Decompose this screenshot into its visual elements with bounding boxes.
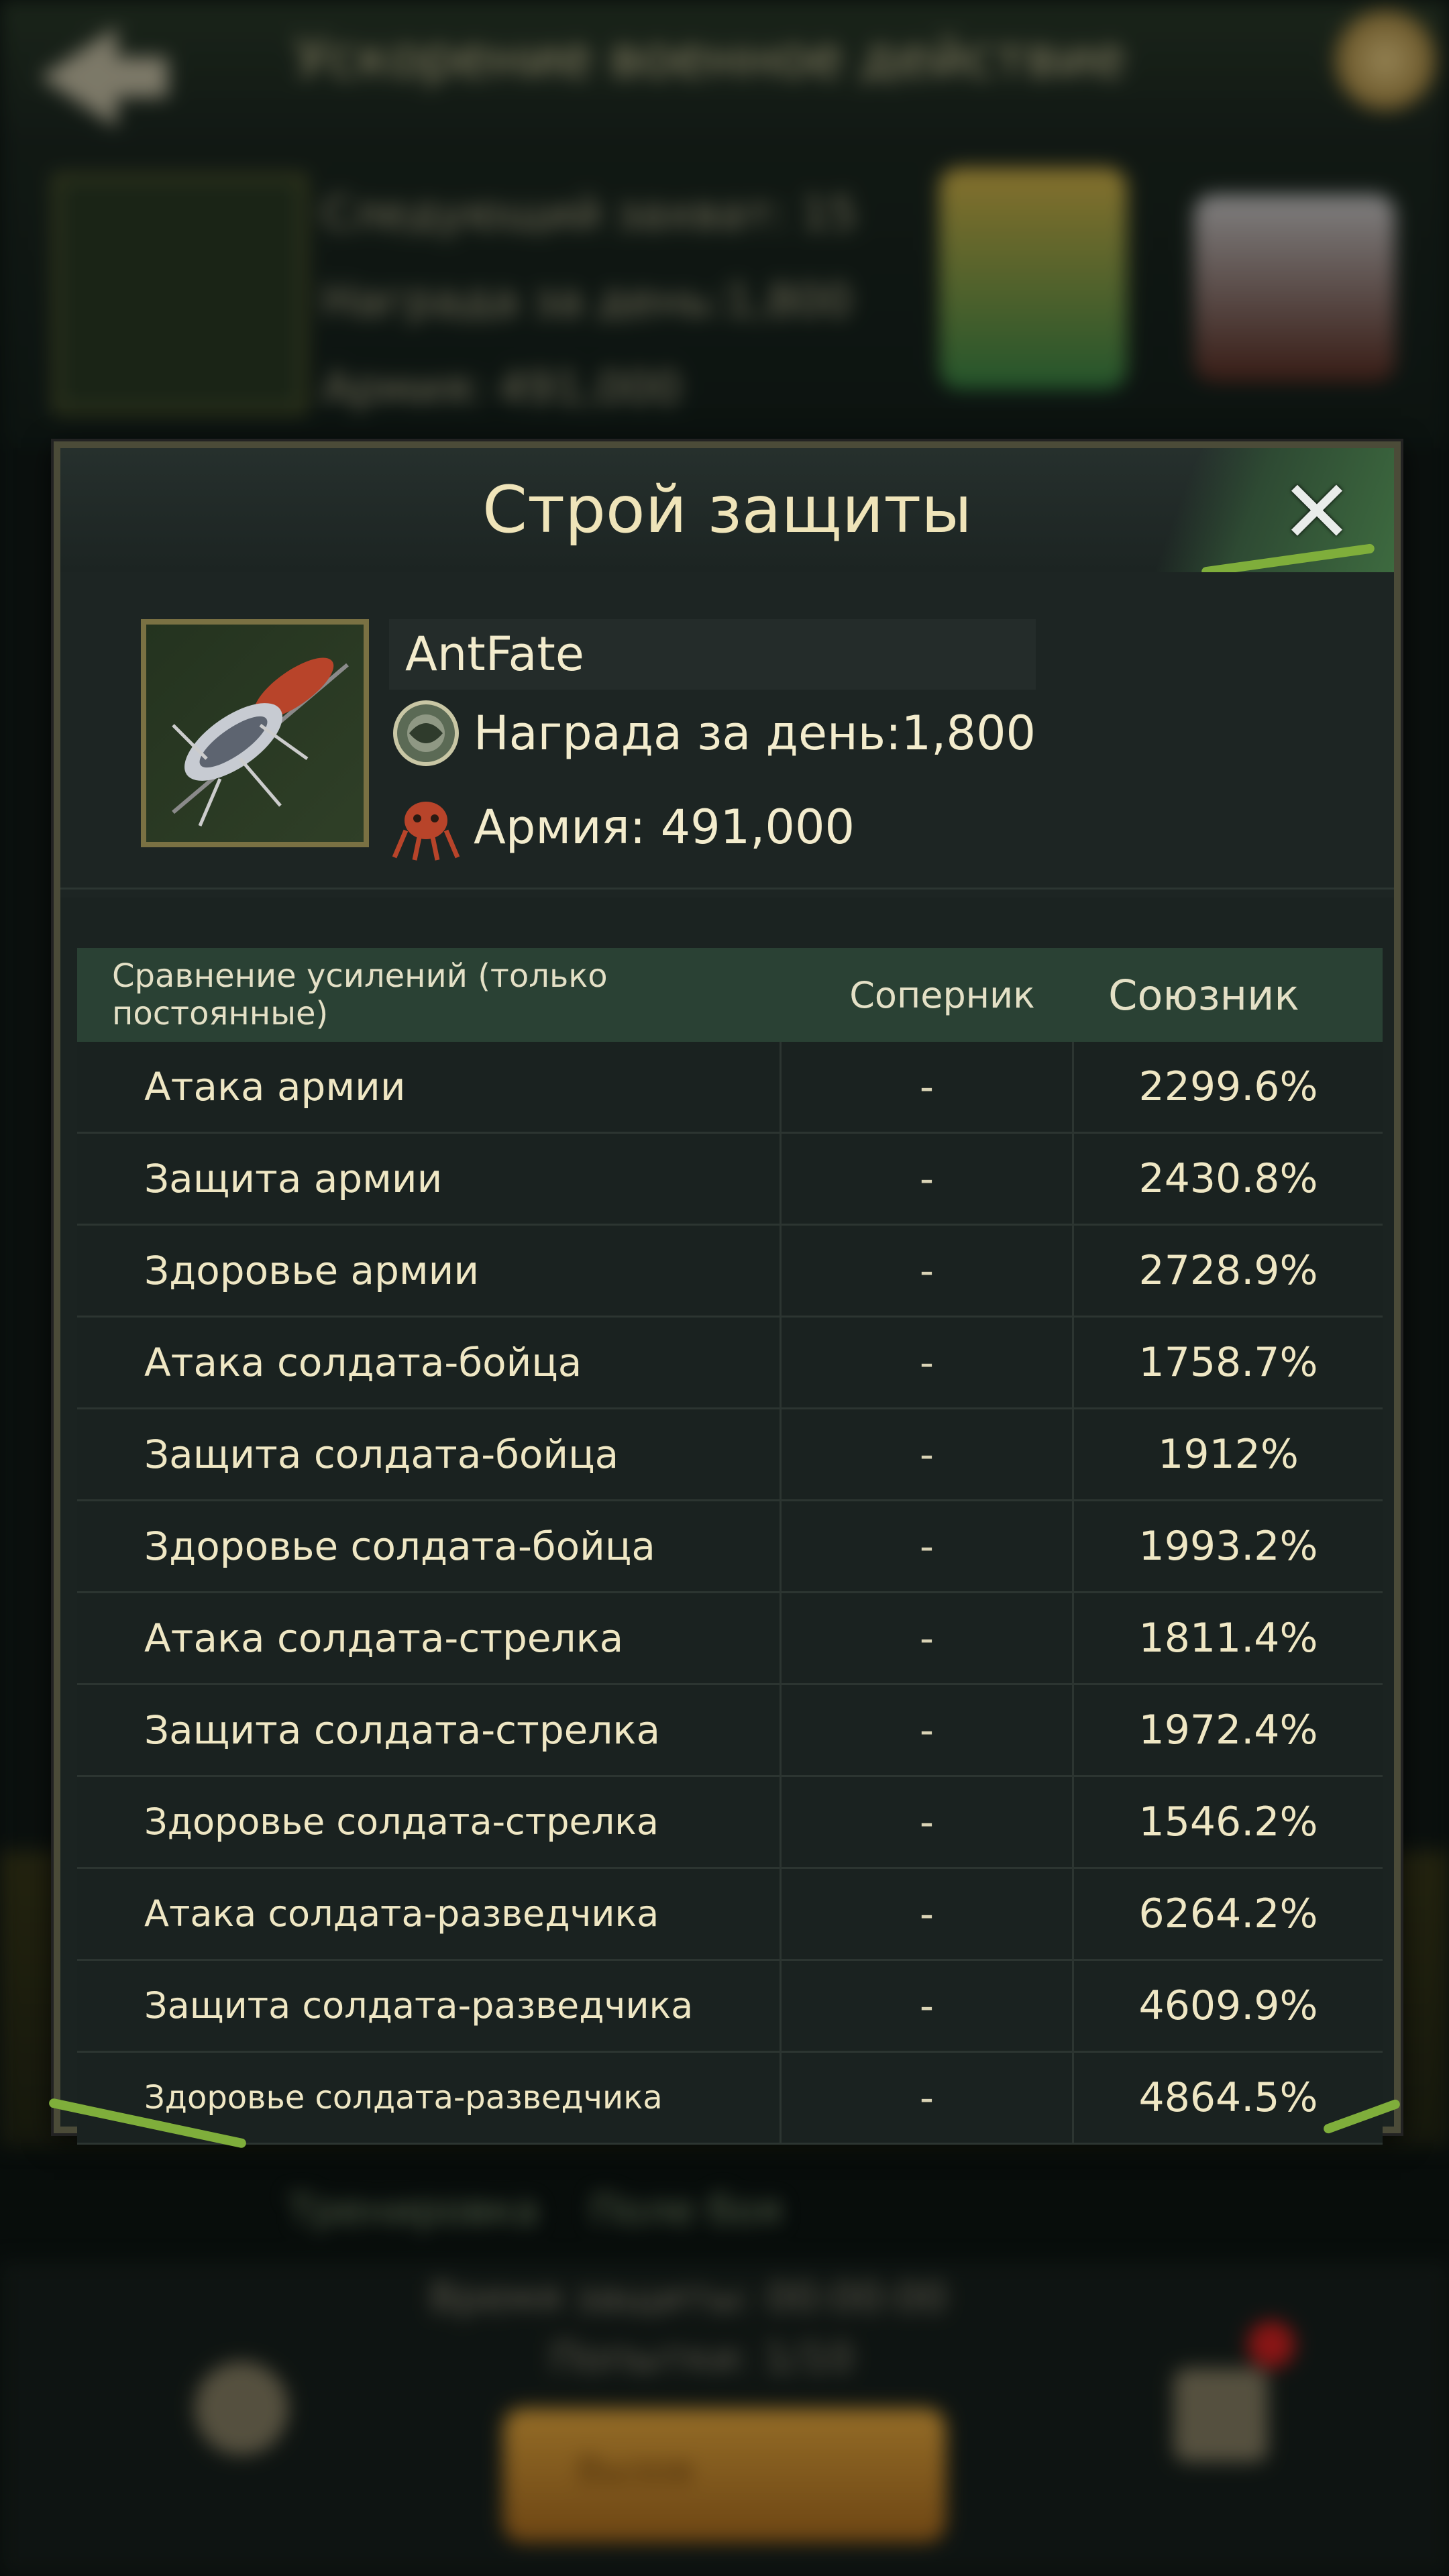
army-size: Армия: 491,000	[389, 790, 855, 864]
boost-name-cell: Здоровье солдата-стрелка	[77, 1777, 782, 1867]
ally-value-cell: 2728.9%	[1138, 1247, 1318, 1294]
ally-value-cell: 1758.7%	[1138, 1339, 1318, 1386]
column-header-rival: Соперник	[849, 973, 1035, 1016]
defense-formation-dialog: Строй защиты ✕ AntFate Награда за день:1…	[48, 441, 1401, 2149]
ally-value-cell: 1912%	[1158, 1431, 1299, 1478]
boost-comparison-table[interactable]: Сравнение усилений (только постоянные) С…	[77, 948, 1383, 2145]
dialog-titlebar: Строй защиты ✕	[60, 448, 1394, 578]
table-row: Защита солдата-разведчика - 4609.9%	[77, 1961, 1383, 2053]
boost-name-cell: Защита солдата-бойца	[77, 1409, 782, 1499]
boost-name-cell: Атака армии	[77, 1042, 782, 1132]
rival-value-cell: -	[782, 1685, 1074, 1775]
boost-name-cell: Защита солдата-стрелка	[77, 1685, 782, 1775]
table-row: Атака солдата-разведчика - 6264.2%	[77, 1869, 1383, 1961]
table-header: Сравнение усилений (только постоянные) С…	[77, 948, 1383, 1042]
boost-name-cell: Здоровье армии	[77, 1226, 782, 1316]
ally-value-cell: 4609.9%	[1138, 1982, 1318, 2029]
rival-value-cell: -	[782, 1593, 1074, 1683]
ally-value-cell: 1811.4%	[1138, 1615, 1318, 1662]
rival-value-cell: -	[782, 1501, 1074, 1591]
table-row: Здоровье солдата-бойца - 1993.2%	[77, 1501, 1383, 1593]
daily-reward: Награда за день:1,800	[389, 696, 1036, 770]
table-row: Атака армии - 2299.6%	[77, 1042, 1383, 1134]
rival-value-cell: -	[782, 1961, 1074, 2051]
table-row: Атака солдата-бойца - 1758.7%	[77, 1318, 1383, 1409]
ally-value-cell: 1972.4%	[1138, 1707, 1318, 1754]
ally-value-cell: 2299.6%	[1138, 1063, 1318, 1110]
player-name: AntFate	[389, 619, 1036, 690]
boost-name-cell: Атака солдата-бойца	[77, 1318, 782, 1407]
table-row: Защита солдата-бойца - 1912%	[77, 1409, 1383, 1501]
rival-value-cell: -	[782, 1226, 1074, 1316]
table-body: Атака армии -2299.6% Защита армии -2430.8% З…	[77, 1042, 1383, 2145]
rival-value-cell: -	[782, 1042, 1074, 1132]
table-row: Атака солдата-стрелка - 1811.4%	[77, 1593, 1383, 1685]
close-icon[interactable]: ✕	[1273, 468, 1360, 555]
rival-value-cell: -	[782, 1777, 1074, 1867]
table-row: Здоровье солдата-стрелка - 1546.2%	[77, 1777, 1383, 1869]
rival-value-cell: -	[782, 2053, 1074, 2143]
army-ant-icon	[392, 802, 460, 861]
table-row: Здоровье армии - 2728.9%	[77, 1226, 1383, 1318]
player-profile: AntFate Награда за день:1,800 Армия: 491…	[60, 572, 1394, 898]
boost-name-cell: Здоровье солдата-бойца	[77, 1501, 782, 1591]
column-header-boost: Сравнение усилений (только постоянные)	[112, 957, 608, 1032]
table-row: Здоровье солдата-разведчика -4864.5%	[77, 2053, 1383, 2145]
boost-name-cell: Защита армии	[77, 1134, 782, 1224]
ally-value-cell: 1546.2%	[1138, 1799, 1318, 1845]
reward-coin-icon	[393, 700, 459, 766]
table-row: Защита солдата-стрелка - 1972.4%	[77, 1685, 1383, 1777]
ally-value-cell: 1993.2%	[1138, 1523, 1318, 1570]
ally-value-cell: 6264.2%	[1138, 1890, 1318, 1937]
dialog-title: Строй защиты	[482, 472, 972, 547]
army-size-label: Армия: 491,000	[474, 800, 855, 855]
rival-value-cell: -	[782, 1318, 1074, 1407]
daily-reward-label: Награда за день:1,800	[474, 706, 1036, 761]
boost-name-cell: Защита солдата-разведчика	[77, 1961, 782, 2051]
boost-name-cell: Атака солдата-разведчика	[77, 1869, 782, 1959]
divider	[60, 888, 1394, 890]
rival-value-cell: -	[782, 1409, 1074, 1499]
boost-name-cell: Атака солдата-стрелка	[77, 1593, 782, 1683]
ally-value-cell: 2430.8%	[1138, 1155, 1318, 1202]
table-row: Защита армии - 2430.8%	[77, 1134, 1383, 1226]
column-header-ally: Союзник	[1108, 970, 1299, 1020]
ant-portrait-icon	[141, 619, 369, 847]
rival-value-cell: -	[782, 1134, 1074, 1224]
rival-value-cell: -	[782, 1869, 1074, 1959]
